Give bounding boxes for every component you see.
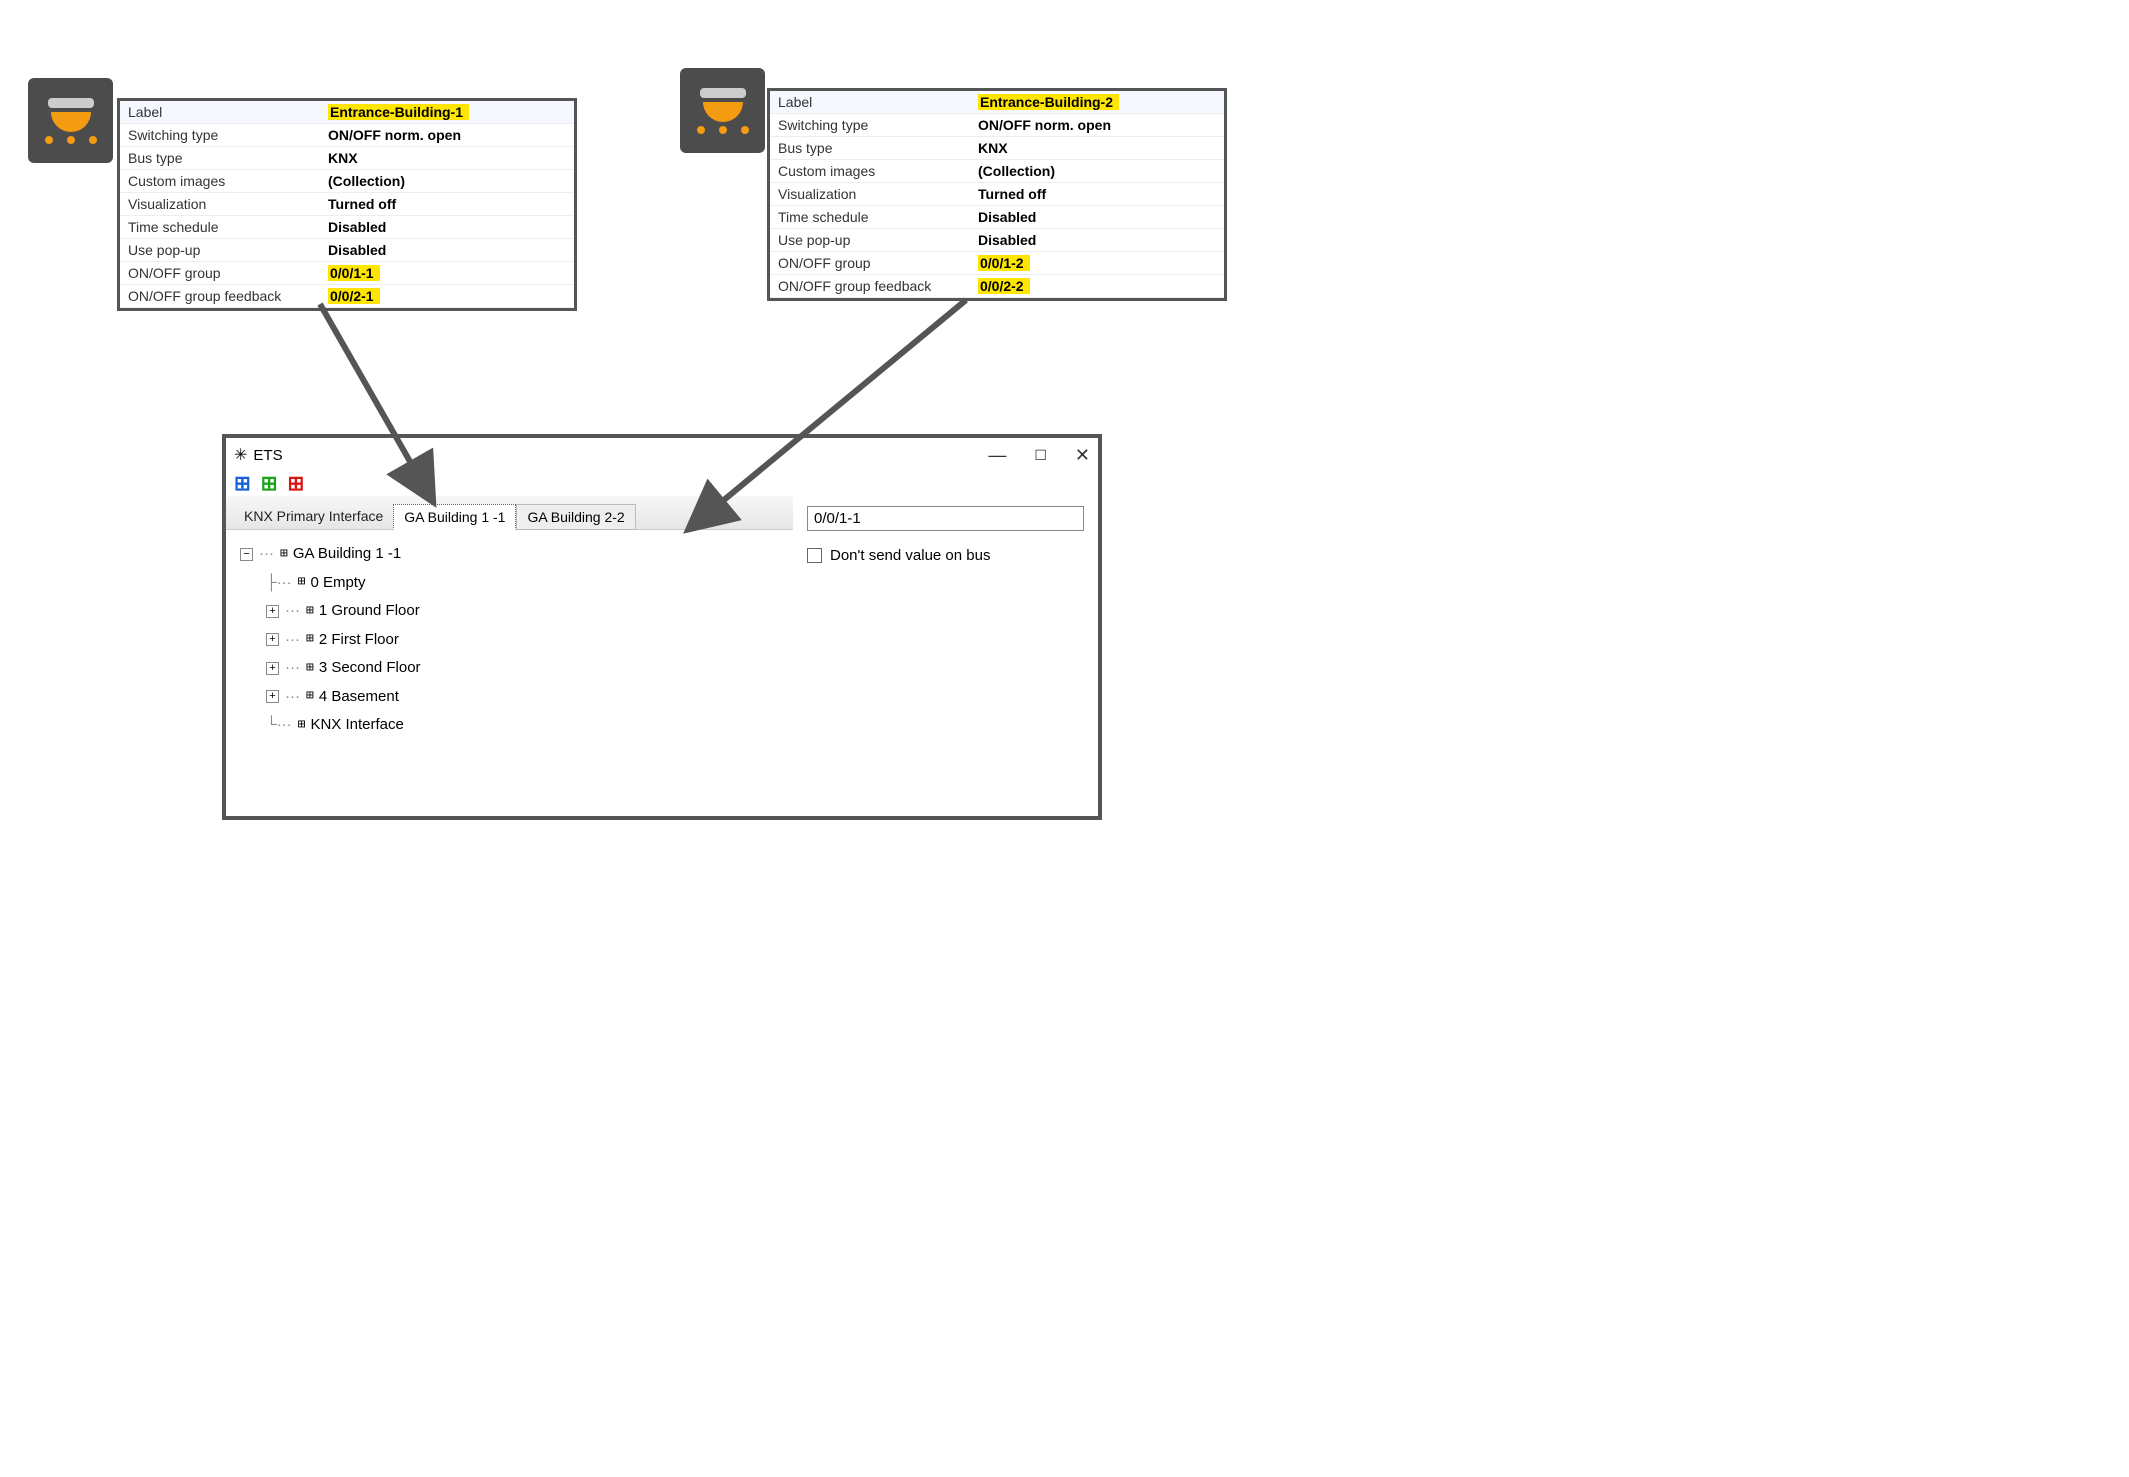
expand-icon[interactable]: +: [266, 633, 279, 646]
expand-icon[interactable]: +: [266, 605, 279, 618]
table-row[interactable]: ON/OFF group feedback0/0/2-1: [120, 285, 574, 308]
table-row[interactable]: Time scheduleDisabled: [120, 216, 574, 239]
tab-bar: KNX Primary Interface GA Building 1 -1 G…: [226, 496, 793, 530]
table-row[interactable]: ON/OFF group0/0/1-2: [770, 252, 1224, 275]
table-row[interactable]: ON/OFF group0/0/1-1: [120, 262, 574, 285]
property-panel-2: LabelEntrance-Building-2 Switching typeO…: [767, 88, 1227, 301]
tree-root[interactable]: −··· ⊞ GA Building 1 -1: [240, 540, 779, 569]
table-row[interactable]: VisualizationTurned off: [120, 193, 574, 216]
table-row[interactable]: VisualizationTurned off: [770, 183, 1224, 206]
prop-val: Entrance-Building-1: [320, 101, 574, 124]
expand-icon[interactable]: +: [266, 662, 279, 675]
tree-node[interactable]: +···⊞ 1 Ground Floor: [240, 597, 779, 626]
table-row[interactable]: Use pop-upDisabled: [770, 229, 1224, 252]
collapse-icon[interactable]: −: [240, 548, 253, 561]
table-row[interactable]: LabelEntrance-Building-2: [770, 91, 1224, 114]
prop-key: Label: [120, 101, 320, 124]
dont-send-checkbox[interactable]: Don't send value on bus: [807, 547, 1084, 564]
tab-building-2[interactable]: GA Building 2-2: [516, 504, 635, 530]
table-row[interactable]: Time scheduleDisabled: [770, 206, 1224, 229]
toolbar-icon[interactable]: ⊞: [288, 474, 305, 494]
table-row[interactable]: LabelEntrance-Building-1: [120, 101, 574, 124]
table-row[interactable]: Switching typeON/OFF norm. open: [770, 114, 1224, 137]
group-address-input[interactable]: [807, 506, 1084, 531]
tab-prefix-label: KNX Primary Interface: [234, 503, 393, 529]
table-row[interactable]: Use pop-upDisabled: [120, 239, 574, 262]
tree-node[interactable]: +···⊞ 4 Basement: [240, 683, 779, 712]
table-row[interactable]: ON/OFF group feedback0/0/2-2: [770, 275, 1224, 298]
ets-window: ✳ ETS — ☐ ✕ ⊞ ⊞ ⊞ KNX Primary Interface …: [222, 434, 1102, 820]
toolbar: ⊞ ⊞ ⊞: [226, 468, 1098, 496]
light-icon: [680, 68, 765, 153]
tab-building-1[interactable]: GA Building 1 -1: [393, 504, 516, 530]
close-button[interactable]: ✕: [1075, 445, 1090, 466]
tree-node[interactable]: +···⊞ 2 First Floor: [240, 626, 779, 655]
expand-icon[interactable]: +: [266, 690, 279, 703]
toolbar-icon[interactable]: ⊞: [261, 474, 278, 494]
tree-view[interactable]: −··· ⊞ GA Building 1 -1 ├···⊞ 0 Empty +·…: [226, 530, 793, 750]
table-row[interactable]: Bus typeKNX: [770, 137, 1224, 160]
tree-node[interactable]: └···⊞ KNX Interface: [240, 711, 779, 740]
property-panel-1: LabelEntrance-Building-1 Switching typeO…: [117, 98, 577, 311]
window-titlebar[interactable]: ✳ ETS — ☐ ✕: [226, 438, 1098, 468]
minimize-button[interactable]: —: [988, 445, 1006, 466]
tree-node[interactable]: +···⊞ 3 Second Floor: [240, 654, 779, 683]
toolbar-icon[interactable]: ⊞: [234, 474, 251, 494]
table-row[interactable]: Switching typeON/OFF norm. open: [120, 124, 574, 147]
table-row[interactable]: Bus typeKNX: [120, 147, 574, 170]
table-row[interactable]: Custom images(Collection): [770, 160, 1224, 183]
tree-node[interactable]: ├···⊞ 0 Empty: [240, 569, 779, 598]
gear-icon: ✳: [234, 445, 247, 465]
checkbox-label: Don't send value on bus: [830, 547, 990, 564]
table-row[interactable]: Custom images(Collection): [120, 170, 574, 193]
checkbox-box[interactable]: [807, 548, 822, 563]
maximize-button[interactable]: ☐: [1034, 447, 1047, 464]
light-icon: [28, 78, 113, 163]
window-title: ETS: [253, 447, 282, 464]
